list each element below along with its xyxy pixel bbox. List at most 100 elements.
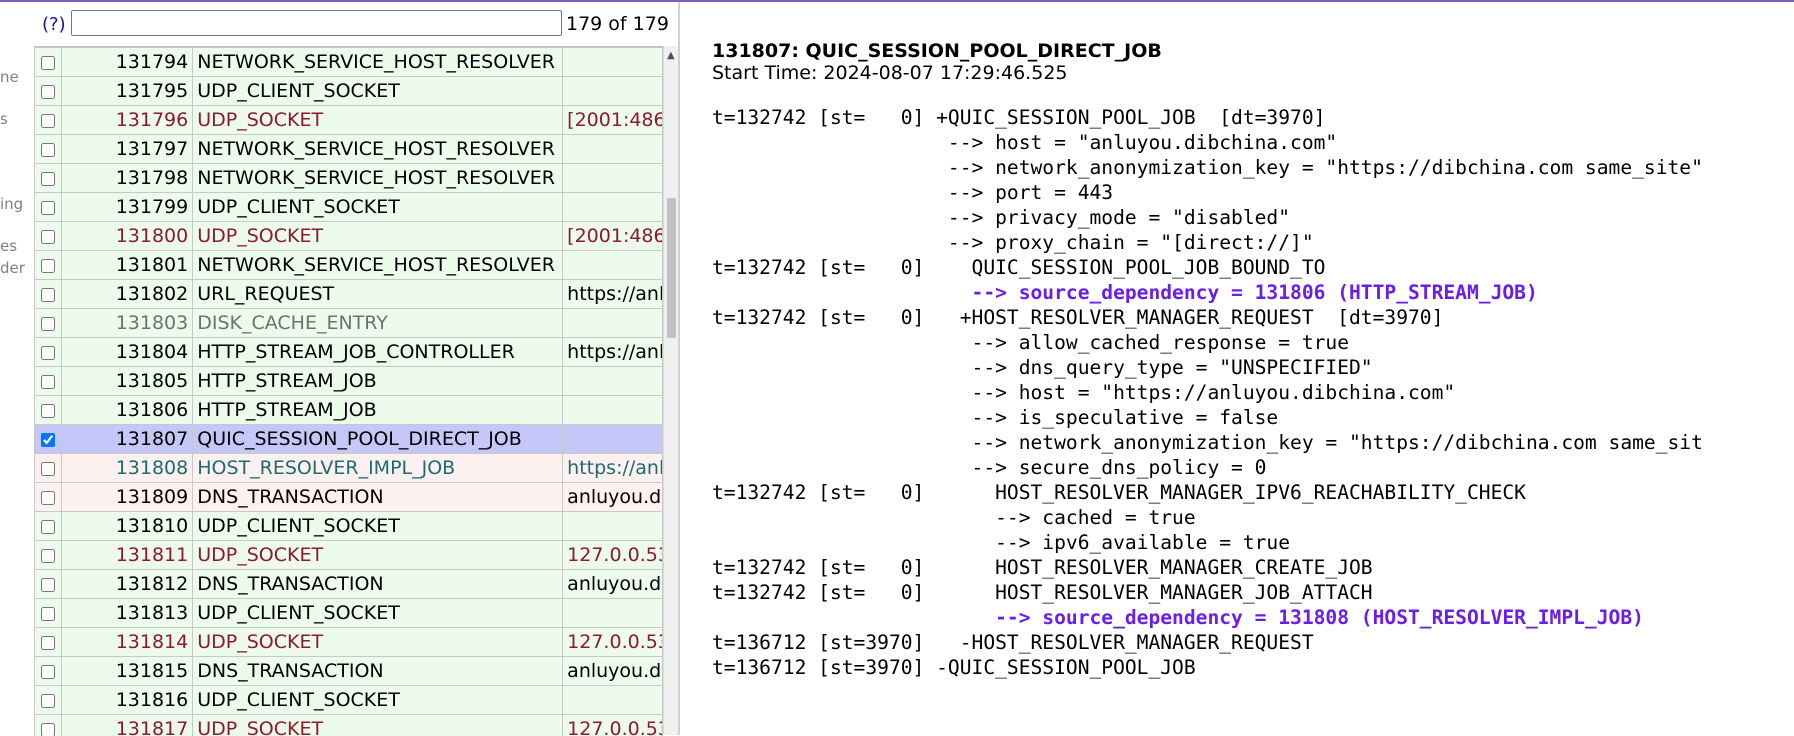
log-line: t=132742 [st= 0] +HOST_RESOLVER_MANAGER_… — [712, 305, 1794, 330]
table-row[interactable]: 131803DISK_CACHE_ENTRY — [35, 309, 663, 338]
table-row[interactable]: 131796UDP_SOCKET[2001:486 — [35, 106, 663, 135]
event-type: DISK_CACHE_ENTRY — [193, 309, 563, 338]
row-checkbox[interactable] — [41, 462, 55, 476]
row-checkbox[interactable] — [41, 665, 55, 679]
table-row[interactable]: 131805HTTP_STREAM_JOB — [35, 367, 663, 396]
event-type: UDP_CLIENT_SOCKET — [193, 193, 563, 222]
row-checkbox[interactable] — [41, 433, 55, 447]
table-row[interactable]: 131795UDP_CLIENT_SOCKET — [35, 77, 663, 106]
event-details-pane: 131807: QUIC_SESSION_POOL_DIRECT_JOB Sta… — [712, 40, 1794, 735]
row-checkbox-cell — [35, 367, 62, 396]
event-id: 131804 — [62, 338, 193, 367]
row-checkbox[interactable] — [41, 317, 55, 331]
row-checkbox[interactable] — [41, 259, 55, 273]
row-checkbox[interactable] — [41, 56, 55, 70]
row-checkbox[interactable] — [41, 723, 55, 736]
log-line: t=132742 [st= 0] HOST_RESOLVER_MANAGER_C… — [712, 555, 1794, 580]
event-description — [563, 193, 663, 222]
table-row[interactable]: 131798NETWORK_SERVICE_HOST_RESOLVER — [35, 164, 663, 193]
nav-fragment[interactable]: es — [0, 237, 17, 255]
table-row[interactable]: 131808HOST_RESOLVER_IMPL_JOBhttps://anl — [35, 454, 663, 483]
event-description: 127.0.0.53 — [563, 715, 663, 736]
table-row[interactable]: 131813UDP_CLIENT_SOCKET — [35, 599, 663, 628]
row-checkbox-cell — [35, 280, 62, 309]
event-type: HTTP_STREAM_JOB — [193, 367, 563, 396]
table-row[interactable]: 131794NETWORK_SERVICE_HOST_RESOLVER — [35, 48, 663, 77]
table-row[interactable]: 131801NETWORK_SERVICE_HOST_RESOLVER — [35, 251, 663, 280]
table-row[interactable]: 131804HTTP_STREAM_JOB_CONTROLLERhttps://… — [35, 338, 663, 367]
events-scrollbar[interactable]: ▲ — [663, 46, 678, 735]
row-checkbox[interactable] — [41, 375, 55, 389]
row-checkbox-cell — [35, 135, 62, 164]
filter-input[interactable] — [71, 10, 562, 36]
table-row[interactable]: 131810UDP_CLIENT_SOCKET — [35, 512, 663, 541]
source-dependency-link[interactable]: --> source_dependency = 131806 (HTTP_STR… — [712, 280, 1794, 305]
log-line: --> ipv6_available = true — [712, 530, 1794, 555]
row-checkbox[interactable] — [41, 201, 55, 215]
event-id: 131798 — [62, 164, 193, 193]
event-type: NETWORK_SERVICE_HOST_RESOLVER — [193, 251, 563, 280]
row-checkbox[interactable] — [41, 143, 55, 157]
row-checkbox[interactable] — [41, 549, 55, 563]
row-checkbox[interactable] — [41, 288, 55, 302]
table-row[interactable]: 131800UDP_SOCKET[2001:486 — [35, 222, 663, 251]
table-row[interactable]: 131812DNS_TRANSACTIONanluyou.di — [35, 570, 663, 599]
row-checkbox-cell — [35, 570, 62, 599]
nav-fragment[interactable]: s — [0, 110, 8, 128]
row-checkbox[interactable] — [41, 114, 55, 128]
event-type: UDP_SOCKET — [193, 541, 563, 570]
row-checkbox[interactable] — [41, 578, 55, 592]
nav-fragment[interactable]: ne — [0, 68, 19, 86]
row-checkbox[interactable] — [41, 636, 55, 650]
row-checkbox[interactable] — [41, 346, 55, 360]
table-row[interactable]: 131816UDP_CLIENT_SOCKET — [35, 686, 663, 715]
pane-splitter[interactable] — [678, 2, 680, 735]
events-list-pane: (?) 179 of 179 131794NETWORK_SERVICE_HOS… — [34, 2, 678, 735]
scrollbar-thumb[interactable] — [667, 198, 676, 338]
row-checkbox-cell — [35, 338, 62, 367]
row-checkbox[interactable] — [41, 404, 55, 418]
row-checkbox-cell — [35, 599, 62, 628]
table-row[interactable]: 131811UDP_SOCKET127.0.0.53 — [35, 541, 663, 570]
event-id: 131810 — [62, 512, 193, 541]
table-row[interactable]: 131806HTTP_STREAM_JOB — [35, 396, 663, 425]
events-table-container: 131794NETWORK_SERVICE_HOST_RESOLVER13179… — [34, 46, 663, 736]
table-row[interactable]: 131807QUIC_SESSION_POOL_DIRECT_JOB — [35, 425, 663, 454]
event-type: HTTP_STREAM_JOB_CONTROLLER — [193, 338, 563, 367]
event-description — [563, 512, 663, 541]
source-dependency-link[interactable]: --> source_dependency = 131808 (HOST_RES… — [712, 605, 1794, 630]
scroll-up-arrow-icon[interactable]: ▲ — [667, 50, 675, 61]
nav-fragment[interactable]: ing — [0, 195, 23, 213]
row-checkbox[interactable] — [41, 230, 55, 244]
log-line: t=132742 [st= 0] +QUIC_SESSION_POOL_JOB … — [712, 105, 1794, 130]
table-row[interactable]: 131797NETWORK_SERVICE_HOST_RESOLVER — [35, 135, 663, 164]
event-type: HTTP_STREAM_JOB — [193, 396, 563, 425]
event-description: [2001:486 — [563, 106, 663, 135]
table-row[interactable]: 131814UDP_SOCKET127.0.0.53 — [35, 628, 663, 657]
table-row[interactable]: 131809DNS_TRANSACTIONanluyou.di — [35, 483, 663, 512]
row-checkbox-cell — [35, 77, 62, 106]
filter-help-link[interactable]: (?) — [42, 14, 66, 35]
event-id: 131796 — [62, 106, 193, 135]
table-row[interactable]: 131802URL_REQUESThttps://anl — [35, 280, 663, 309]
event-description — [563, 309, 663, 338]
row-checkbox-cell — [35, 396, 62, 425]
event-type: UDP_SOCKET — [193, 106, 563, 135]
event-id: 131794 — [62, 48, 193, 77]
row-checkbox[interactable] — [41, 607, 55, 621]
table-row[interactable]: 131817UDP_SOCKET127.0.0.53 — [35, 715, 663, 736]
event-id: 131816 — [62, 686, 193, 715]
event-id: 131805 — [62, 367, 193, 396]
log-line: --> host = "anluyou.dibchina.com" — [712, 130, 1794, 155]
event-description — [563, 135, 663, 164]
row-checkbox[interactable] — [41, 491, 55, 505]
nav-fragment[interactable]: der — [0, 259, 25, 277]
row-checkbox[interactable] — [41, 694, 55, 708]
row-checkbox[interactable] — [41, 520, 55, 534]
row-checkbox[interactable] — [41, 172, 55, 186]
log-line: --> secure_dns_policy = 0 — [712, 455, 1794, 480]
table-row[interactable]: 131799UDP_CLIENT_SOCKET — [35, 193, 663, 222]
row-checkbox[interactable] — [41, 85, 55, 99]
event-description: 127.0.0.53 — [563, 541, 663, 570]
table-row[interactable]: 131815DNS_TRANSACTIONanluyou.di — [35, 657, 663, 686]
